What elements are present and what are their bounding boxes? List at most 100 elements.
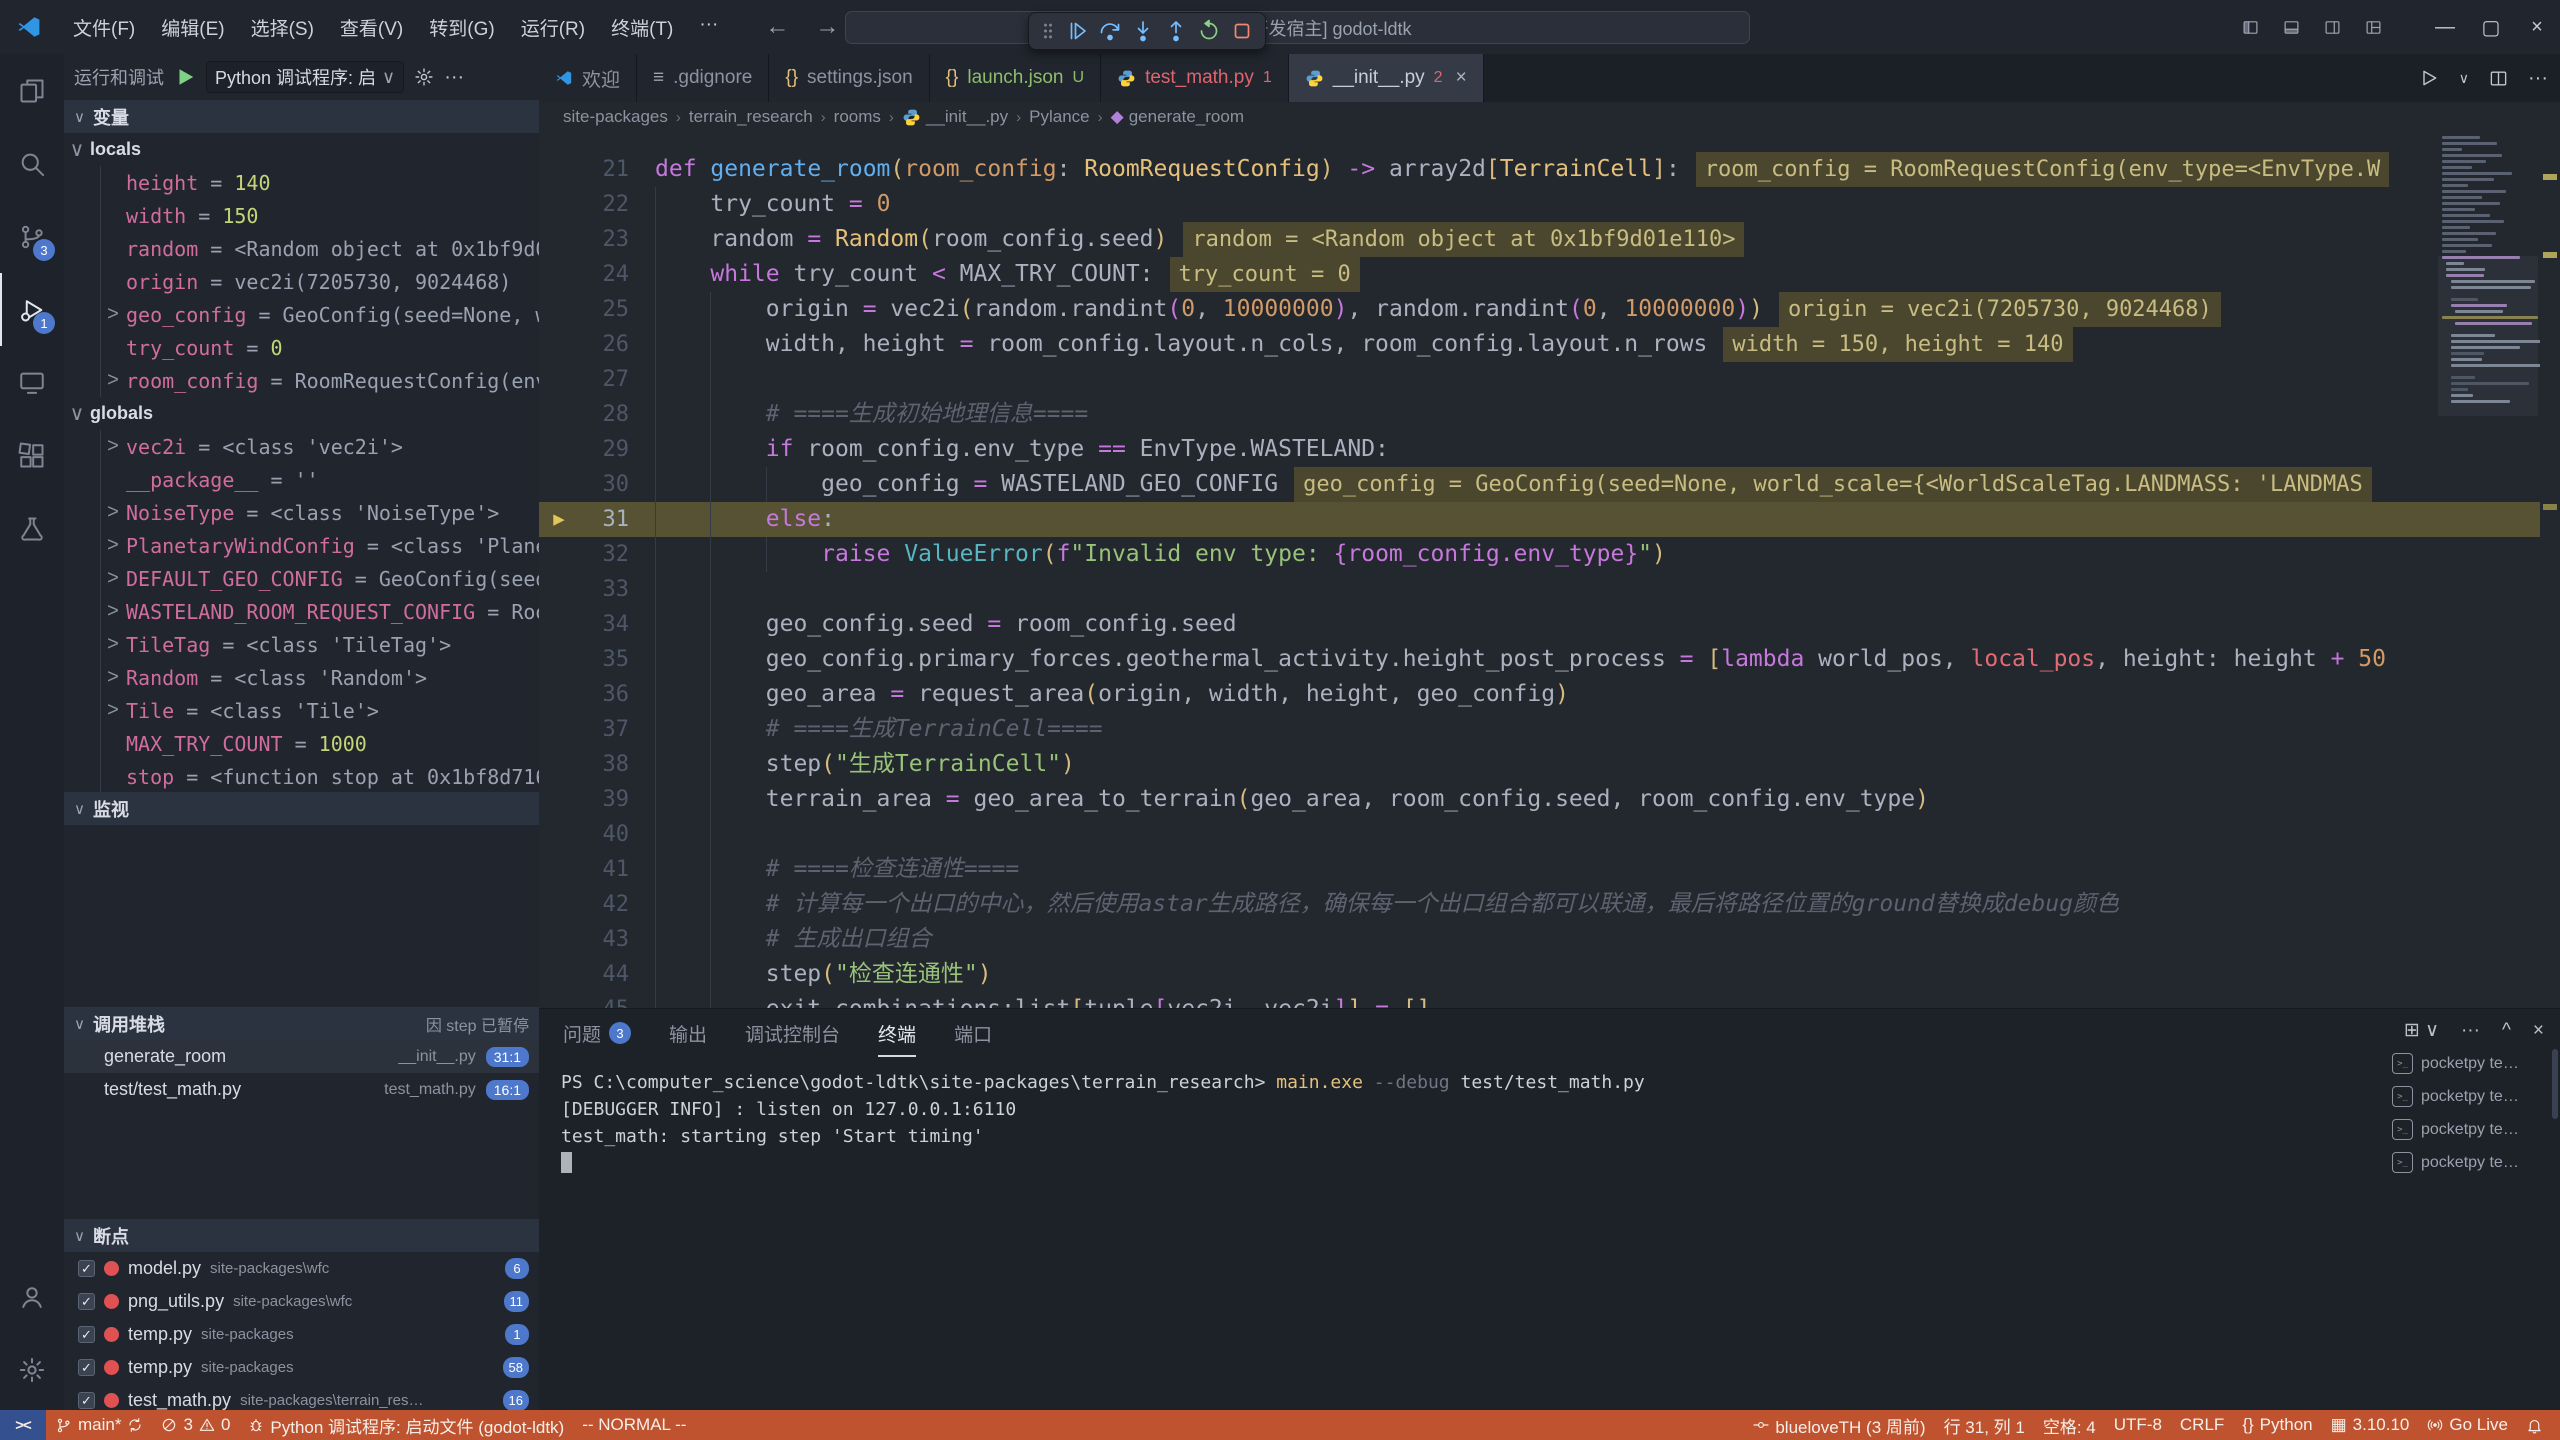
activity-files[interactable] xyxy=(0,54,64,127)
breadcrumb-item[interactable]: terrain_research xyxy=(689,107,813,127)
breadcrumb-item[interactable]: __init__.py xyxy=(902,107,1008,127)
go-live-item[interactable]: Go Live xyxy=(2418,1410,2517,1440)
terminal-instance[interactable]: >_pocketpy te… xyxy=(2392,1047,2542,1080)
activity-debug[interactable]: 1 xyxy=(0,273,64,346)
variable-row[interactable]: height = 140 xyxy=(64,166,539,199)
variable-row[interactable]: random = <Random object at 0x1bf9d01e… xyxy=(64,232,539,265)
menu-item[interactable]: 终端(T) xyxy=(598,8,686,47)
language-mode[interactable]: {} Python xyxy=(2233,1410,2321,1440)
code-line[interactable]: 38 step("生成TerrainCell") xyxy=(539,747,2560,782)
debug-session-item[interactable]: Python 调试程序: 启动文件 (godot-ldtk) xyxy=(239,1410,573,1440)
panel-tab-终端[interactable]: 终端 xyxy=(878,1009,916,1057)
variable-row[interactable]: >room_config = RoomRequestConfig(env_t… xyxy=(64,364,539,397)
tab-settings.json[interactable]: {}settings.json xyxy=(769,54,929,102)
dropdown-caret-icon[interactable]: ∨ xyxy=(2459,70,2469,87)
code-line[interactable]: 23 random = Random(room_config.seed)rand… xyxy=(539,222,2560,257)
menu-item[interactable]: 运行(R) xyxy=(508,8,598,47)
step-out-icon[interactable] xyxy=(1164,19,1188,43)
breakpoint-row[interactable]: ✓temp.pysite-packages58 xyxy=(64,1351,539,1384)
variable-row[interactable]: stop = <function stop at 0x1bf8d716d… xyxy=(64,760,539,792)
scope-row[interactable]: ∨locals xyxy=(64,133,539,166)
variable-row[interactable]: >WASTELAND_ROOM_REQUEST_CONFIG = RoomR… xyxy=(64,595,539,628)
panel-tab-输出[interactable]: 输出 xyxy=(669,1009,707,1057)
variable-row[interactable]: >TileTag = <class 'TileTag'> xyxy=(64,628,539,661)
panel-maximize-icon[interactable]: ^ xyxy=(2502,1020,2511,1042)
code-line[interactable]: 30 geo_config = WASTELAND_GEO_CONFIGgeo_… xyxy=(539,467,2560,502)
breakpoint-row[interactable]: ✓model.pysite-packages\wfc6 xyxy=(64,1252,539,1285)
breadcrumb-item[interactable]: ◆generate_room xyxy=(1111,107,1244,127)
breadcrumb-item[interactable]: Pylance xyxy=(1029,107,1089,127)
code-line[interactable]: 42 # 计算每一个出口的中心，然后使用astar生成路径，确保每一个出口组合都… xyxy=(539,887,2560,922)
layout-d-icon[interactable] xyxy=(2365,19,2382,36)
code-line[interactable]: 43 # 生成出口组合 xyxy=(539,922,2560,957)
tab-__init__.py[interactable]: __init__.py2× xyxy=(1289,54,1484,102)
split-editor-icon[interactable] xyxy=(2489,69,2508,88)
scope-row[interactable]: ∨globals xyxy=(64,397,539,430)
code-line[interactable]: 21def generate_room(room_config: RoomReq… xyxy=(539,152,2560,187)
activity-settings[interactable] xyxy=(0,1333,64,1406)
variable-row[interactable]: >Tile = <class 'Tile'> xyxy=(64,694,539,727)
breakpoint-row[interactable]: ✓temp.pysite-packages1 xyxy=(64,1318,539,1351)
panel-tab-端口[interactable]: 端口 xyxy=(954,1009,992,1057)
menu-item[interactable]: 选择(S) xyxy=(238,8,327,47)
menu-item[interactable]: 编辑(E) xyxy=(148,8,237,47)
checkbox-checked-icon[interactable]: ✓ xyxy=(78,1392,95,1409)
step-into-icon[interactable] xyxy=(1131,19,1155,43)
activity-search[interactable] xyxy=(0,127,64,200)
minimize-button[interactable]: — xyxy=(2422,0,2468,54)
tab-.gdignore[interactable]: ≡.gdignore xyxy=(637,54,769,102)
cursor-position[interactable]: 行 31, 列 1 xyxy=(1935,1410,2034,1440)
stop-icon[interactable] xyxy=(1230,19,1254,43)
code-line[interactable]: 40 xyxy=(539,817,2560,852)
code-line[interactable]: 44 step("检查连通性") xyxy=(539,957,2560,992)
call-stack-frame[interactable]: test/test_math.pytest_math.py16:1 xyxy=(64,1073,539,1106)
variable-row[interactable]: >PlanetaryWindConfig = <class 'Planeta… xyxy=(64,529,539,562)
menu-item[interactable]: 转到(G) xyxy=(416,8,507,47)
variable-row[interactable]: >NoiseType = <class 'NoiseType'> xyxy=(64,496,539,529)
continue-icon[interactable] xyxy=(1065,19,1089,43)
git-blame-item[interactable]: blueloveTH (3 周前) xyxy=(1744,1410,1934,1440)
gear-icon[interactable] xyxy=(414,67,434,87)
variable-row[interactable]: origin = vec2i(7205730, 9024468) xyxy=(64,265,539,298)
code-line[interactable]: 33 xyxy=(539,572,2560,607)
tab-test_math.py[interactable]: test_math.py1 xyxy=(1101,54,1289,102)
variable-row[interactable]: >vec2i = <class 'vec2i'> xyxy=(64,430,539,463)
variable-row[interactable]: width = 150 xyxy=(64,199,539,232)
maximize-button[interactable]: ▢ xyxy=(2468,0,2514,54)
panel-more-icon[interactable]: ··· xyxy=(2461,1020,2480,1042)
code-line[interactable]: 37 # ====生成TerrainCell==== xyxy=(539,712,2560,747)
activity-source-control[interactable]: 3 xyxy=(0,200,64,273)
close-icon[interactable]: × xyxy=(1456,67,1467,89)
activity-testing[interactable] xyxy=(0,492,64,565)
back-icon[interactable]: ← xyxy=(765,13,789,41)
breakpoint-row[interactable]: ✓png_utils.pysite-packages\wfc11 xyxy=(64,1285,539,1318)
indentation[interactable]: 空格: 4 xyxy=(2034,1410,2105,1440)
code-line[interactable]: 25 origin = vec2i(random.randint(0, 1000… xyxy=(539,292,2560,327)
variable-row[interactable]: >DEFAULT_GEO_CONFIG = GeoConfig(seed=1… xyxy=(64,562,539,595)
command-center-search[interactable]: [扩展开发宿主] godot-ldtk xyxy=(845,11,1750,44)
panel-tab-问题[interactable]: 问题3 xyxy=(563,1009,631,1057)
debug-config-select[interactable]: Python 调试程序: 启 ∨ xyxy=(206,61,404,93)
activity-account[interactable] xyxy=(0,1260,64,1333)
minimap[interactable] xyxy=(2442,136,2538,406)
checkbox-checked-icon[interactable]: ✓ xyxy=(78,1326,95,1343)
variable-row[interactable]: try_count = 0 xyxy=(64,331,539,364)
terminal-output[interactable]: PS C:\computer_science\godot-ldtk\site-p… xyxy=(561,1069,2380,1177)
terminal-instance[interactable]: >_pocketpy te… xyxy=(2392,1146,2542,1179)
notifications-bell[interactable] xyxy=(2517,1410,2552,1440)
menu-item[interactable]: 文件(F) xyxy=(60,8,148,47)
layout-b-icon[interactable] xyxy=(2283,19,2300,36)
tab-launch.json[interactable]: {}launch.jsonU xyxy=(930,54,1101,102)
panel-split-icon[interactable]: ⊞ ∨ xyxy=(2404,1019,2439,1042)
eol-sequence[interactable]: CRLF xyxy=(2171,1410,2233,1440)
activity-extensions[interactable] xyxy=(0,419,64,492)
section-variables[interactable]: ∨ 变量 xyxy=(64,100,539,133)
code-line[interactable]: 32 raise ValueError(f"Invalid env type: … xyxy=(539,537,2560,572)
code-line[interactable]: 35 geo_config.primary_forces.geothermal_… xyxy=(539,642,2560,677)
checkbox-checked-icon[interactable]: ✓ xyxy=(78,1293,95,1310)
call-stack-frame[interactable]: generate_room__init__.py31:1 xyxy=(64,1040,539,1073)
encoding[interactable]: UTF-8 xyxy=(2105,1410,2171,1440)
code-line[interactable]: 26 width, height = room_config.layout.n_… xyxy=(539,327,2560,362)
layout-a-icon[interactable] xyxy=(2242,19,2259,36)
section-watch[interactable]: ∨ 监视 xyxy=(64,792,539,825)
